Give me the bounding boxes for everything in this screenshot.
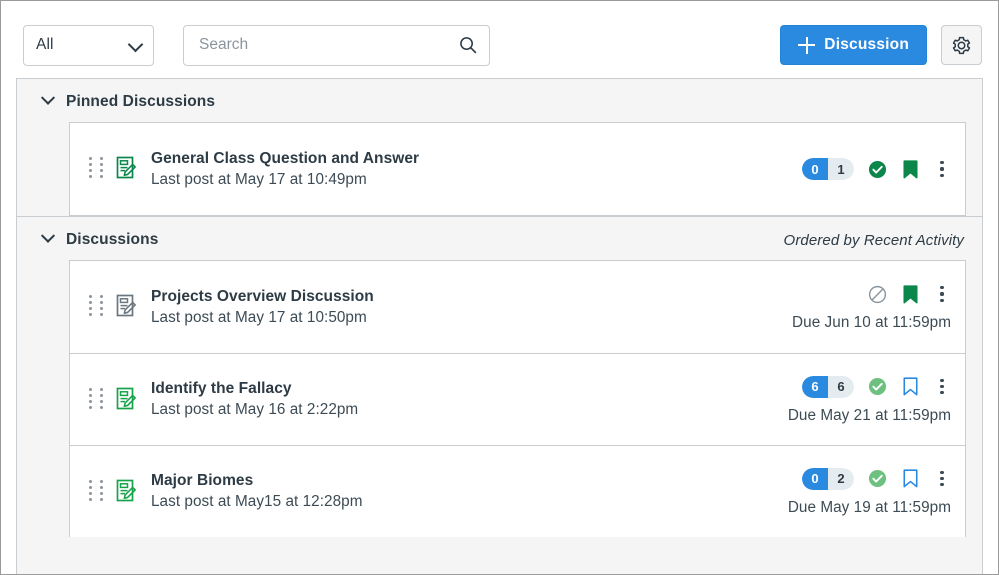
discussion-last-post: Last post at May 17 at 10:50pm [151, 309, 780, 327]
discussion-last-post: Last post at May 16 at 2:22pm [151, 401, 776, 419]
section-order-note: Ordered by Recent Activity [784, 232, 964, 249]
section-collapse-chevron-icon[interactable] [41, 229, 55, 243]
discussion-row[interactable]: General Class Question and Answer Last p… [70, 123, 965, 215]
discussion-icon-strip: 66 [802, 375, 951, 399]
search-input[interactable] [197, 35, 451, 55]
unpublished-slash-icon[interactable] [867, 284, 887, 304]
discussion-due-date: Due May 19 at 11:59pm [788, 499, 951, 517]
drag-handle[interactable] [88, 479, 106, 505]
bookmark-filled-icon[interactable] [900, 284, 920, 304]
discussion-row-meta: 01 [802, 157, 951, 181]
unread-count-badge: 01 [802, 158, 854, 180]
discussion-title-link[interactable]: Projects Overview Discussion [151, 288, 780, 306]
sections-root: Pinned Discussions General Class Questio… [17, 79, 982, 537]
discussion-icon-strip [867, 282, 951, 306]
discussion-document-icon [115, 156, 139, 182]
discussion-due-date: Due Jun 10 at 11:59pm [792, 314, 951, 332]
kebab-menu-icon[interactable] [933, 159, 951, 179]
discussion-row[interactable]: Projects Overview Discussion Last post a… [70, 261, 965, 353]
drag-handle[interactable] [88, 294, 106, 320]
unread-count-badge: 66 [802, 376, 854, 398]
discussion-row-meta: 02 Due May 19 at 11:59pm [788, 467, 951, 517]
discussion-section: Pinned Discussions General Class Questio… [17, 79, 982, 216]
total-count: 2 [828, 468, 854, 490]
search-box[interactable] [183, 25, 490, 66]
add-discussion-label: Discussion [824, 36, 909, 54]
section-header: Discussions Ordered by Recent Activity [17, 217, 982, 260]
discussion-due-date: Due May 21 at 11:59pm [788, 407, 951, 425]
discussion-title-link[interactable]: General Class Question and Answer [151, 150, 790, 168]
total-count: 6 [828, 376, 854, 398]
published-check-icon[interactable] [867, 469, 887, 489]
toolbar: All Discussion [1, 1, 998, 73]
discussion-card-group: Projects Overview Discussion Last post a… [69, 260, 966, 537]
kebab-menu-icon[interactable] [933, 469, 951, 489]
discussion-row-meta: 66 Due May 21 at 11:59pm [788, 375, 951, 425]
discussion-row-meta: Due Jun 10 at 11:59pm [792, 282, 951, 332]
discussions-page: All Discussion Pinned Discussions [0, 0, 999, 575]
discussion-settings-button[interactable] [941, 25, 982, 65]
section-title: Discussions [66, 231, 158, 249]
discussion-document-icon [115, 387, 139, 413]
chevron-down-icon [128, 37, 144, 53]
drag-handle[interactable] [88, 156, 106, 182]
kebab-menu-icon[interactable] [933, 284, 951, 304]
total-count: 1 [828, 158, 854, 180]
discussion-card-group: General Class Question and Answer Last p… [69, 122, 966, 216]
discussion-icon-strip: 02 [802, 467, 951, 491]
discussion-row-main: Major Biomes Last post at May15 at 12:28… [151, 472, 776, 511]
published-check-icon[interactable] [867, 159, 887, 179]
drag-handle[interactable] [88, 387, 106, 413]
discussion-row[interactable]: Major Biomes Last post at May15 at 12:28… [70, 445, 965, 537]
discussion-row[interactable]: Identify the Fallacy Last post at May 16… [70, 353, 965, 445]
plus-icon [798, 37, 815, 54]
bookmark-filled-icon[interactable] [900, 159, 920, 179]
discussion-document-icon [115, 294, 139, 320]
unread-count: 6 [802, 376, 828, 398]
gear-icon [951, 35, 972, 56]
section-collapse-chevron-icon[interactable] [41, 91, 55, 105]
kebab-menu-icon[interactable] [933, 377, 951, 397]
discussion-document-icon [115, 479, 139, 505]
unread-count: 0 [802, 468, 828, 490]
discussion-title-link[interactable]: Major Biomes [151, 472, 776, 490]
unread-count: 0 [802, 158, 828, 180]
discussion-row-main: General Class Question and Answer Last p… [151, 150, 790, 189]
bookmark-outline-icon[interactable] [900, 377, 920, 397]
search-icon [459, 36, 477, 54]
add-discussion-button[interactable]: Discussion [780, 25, 927, 65]
discussion-icon-strip: 01 [802, 157, 951, 181]
published-check-icon[interactable] [867, 377, 887, 397]
discussion-last-post: Last post at May 17 at 10:49pm [151, 171, 790, 189]
unread-count-badge: 02 [802, 468, 854, 490]
discussion-row-main: Projects Overview Discussion Last post a… [151, 288, 780, 327]
discussion-row-main: Identify the Fallacy Last post at May 16… [151, 380, 776, 419]
section-header: Pinned Discussions [17, 79, 982, 122]
discussion-filter-select[interactable]: All [23, 25, 154, 66]
discussion-last-post: Last post at May15 at 12:28pm [151, 493, 776, 511]
discussion-section: Discussions Ordered by Recent Activity Pr… [17, 216, 982, 537]
discussion-title-link[interactable]: Identify the Fallacy [151, 380, 776, 398]
section-title: Pinned Discussions [66, 93, 215, 111]
bookmark-outline-icon[interactable] [900, 469, 920, 489]
discussions-list-frame: Pinned Discussions General Class Questio… [16, 78, 983, 575]
filter-selected-label: All [36, 36, 54, 54]
